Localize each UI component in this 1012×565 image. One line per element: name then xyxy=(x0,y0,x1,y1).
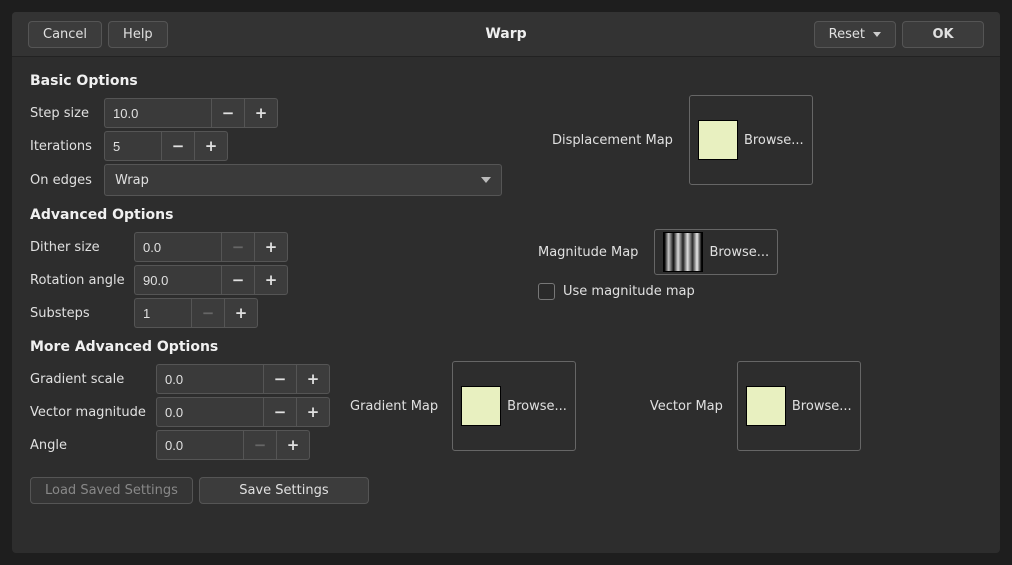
load-saved-settings-button[interactable]: Load Saved Settings xyxy=(30,477,193,504)
angle-label: Angle xyxy=(30,438,156,453)
basic-options-heading: Basic Options xyxy=(30,73,982,89)
step-size-input[interactable] xyxy=(104,98,211,128)
step-size-label: Step size xyxy=(30,106,104,121)
substeps-input[interactable] xyxy=(134,298,191,328)
vector-magnitude-increment[interactable] xyxy=(296,397,330,427)
magnitude-map-label: Magnitude Map xyxy=(538,245,642,260)
dither-size-decrement[interactable] xyxy=(221,232,254,262)
vector-magnitude-input[interactable] xyxy=(156,397,263,427)
displacement-map-swatch xyxy=(698,120,738,160)
gradient-map-label: Gradient Map xyxy=(350,399,438,414)
step-size-increment[interactable] xyxy=(244,98,278,128)
titlebar: Cancel Help Warp Reset OK xyxy=(12,12,1000,57)
browse-label: Browse... xyxy=(744,133,804,148)
gradient-scale-increment[interactable] xyxy=(296,364,330,394)
displacement-map-label: Displacement Map xyxy=(552,133,677,148)
iterations-decrement[interactable] xyxy=(161,131,194,161)
angle-increment[interactable] xyxy=(276,430,310,460)
dither-size-label: Dither size xyxy=(30,240,134,255)
magnitude-map-swatch xyxy=(663,232,703,272)
use-magnitude-label: Use magnitude map xyxy=(563,284,695,299)
browse-label: Browse... xyxy=(709,245,769,260)
ok-button[interactable]: OK xyxy=(902,21,984,48)
substeps-decrement[interactable] xyxy=(191,298,224,328)
substeps-label: Substeps xyxy=(30,306,134,321)
on-edges-label: On edges xyxy=(30,173,104,188)
warp-dialog: Cancel Help Warp Reset OK Basic Options … xyxy=(12,12,1000,553)
reset-label: Reset xyxy=(829,27,865,42)
gradient-scale-label: Gradient scale xyxy=(30,372,156,387)
gradient-scale-decrement[interactable] xyxy=(263,364,296,394)
browse-label: Browse... xyxy=(507,399,567,414)
substeps-increment[interactable] xyxy=(224,298,258,328)
advanced-options-heading: Advanced Options xyxy=(30,207,982,223)
angle-input[interactable] xyxy=(156,430,243,460)
gradient-map-swatch xyxy=(461,386,501,426)
vector-magnitude-decrement[interactable] xyxy=(263,397,296,427)
chevron-down-icon xyxy=(481,177,491,183)
help-button[interactable]: Help xyxy=(108,21,168,48)
rotation-angle-decrement[interactable] xyxy=(221,265,254,295)
more-advanced-options-heading: More Advanced Options xyxy=(30,339,982,355)
rotation-angle-label: Rotation angle xyxy=(30,273,134,288)
browse-label: Browse... xyxy=(792,399,852,414)
vector-map-swatch xyxy=(746,386,786,426)
use-magnitude-checkbox[interactable] xyxy=(538,283,555,300)
dither-size-increment[interactable] xyxy=(254,232,288,262)
chevron-down-icon xyxy=(873,32,881,37)
step-size-decrement[interactable] xyxy=(211,98,244,128)
cancel-button[interactable]: Cancel xyxy=(28,21,102,48)
save-settings-button[interactable]: Save Settings xyxy=(199,477,369,504)
dither-size-input[interactable] xyxy=(134,232,221,262)
reset-button[interactable]: Reset xyxy=(814,21,896,48)
vector-map-browse[interactable]: Browse... xyxy=(737,361,861,451)
iterations-input[interactable] xyxy=(104,131,161,161)
iterations-label: Iterations xyxy=(30,139,104,154)
on-edges-value: Wrap xyxy=(115,173,149,188)
iterations-increment[interactable] xyxy=(194,131,228,161)
gradient-scale-input[interactable] xyxy=(156,364,263,394)
rotation-angle-increment[interactable] xyxy=(254,265,288,295)
angle-decrement[interactable] xyxy=(243,430,276,460)
vector-map-label: Vector Map xyxy=(650,399,723,414)
gradient-map-browse[interactable]: Browse... xyxy=(452,361,576,451)
displacement-map-browse[interactable]: Browse... xyxy=(689,95,813,185)
magnitude-map-browse[interactable]: Browse... xyxy=(654,229,778,275)
rotation-angle-input[interactable] xyxy=(134,265,221,295)
on-edges-select[interactable]: Wrap xyxy=(104,164,502,196)
dialog-content: Basic Options Step size Iterations xyxy=(12,57,1000,553)
vector-magnitude-label: Vector magnitude xyxy=(30,405,156,420)
